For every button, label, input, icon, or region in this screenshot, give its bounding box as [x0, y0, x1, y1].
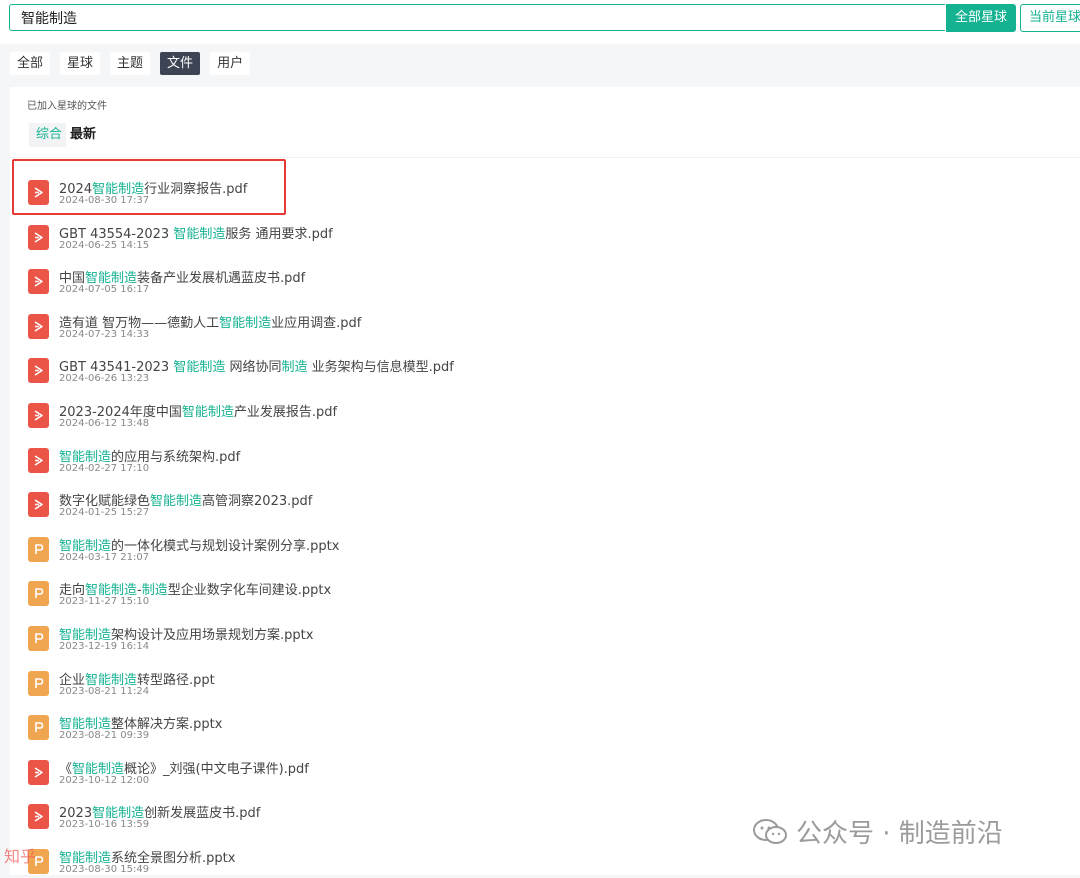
file-item[interactable]: 智能制造的应用与系统架构.pdf 2024-02-27 17:10 — [10, 433, 710, 477]
file-date: 2023-12-19 16:14 — [59, 641, 150, 652]
pdf-file-icon — [28, 447, 49, 473]
sort-tab-latest[interactable]: 最新 — [66, 123, 101, 147]
file-item[interactable]: 造有道 智万物——德勤人工智能制造业应用调查.pdf 2024-07-23 14:… — [10, 299, 710, 343]
search-input[interactable] — [9, 4, 945, 31]
watermark: 公众号 · 制造前沿 — [752, 813, 1003, 850]
pdf-file-icon — [28, 759, 49, 785]
file-item[interactable]: 2023-2024年度中国智能制造产业发展报告.pdf 2024-06-12 13… — [10, 388, 710, 432]
ppt-file-icon — [28, 715, 49, 741]
file-date: 2024-02-27 17:10 — [59, 462, 150, 474]
pdf-file-icon — [28, 180, 49, 205]
ppt-file-icon — [28, 536, 49, 562]
search-current-planet-button[interactable]: 当前星球 — [1020, 4, 1080, 32]
file-date: 2024-06-12 13:48 — [59, 418, 150, 429]
file-date: 2023-08-30 15:49 — [59, 864, 150, 875]
corner-logo: 知乎 — [4, 847, 37, 866]
pdf-file-icon — [28, 269, 49, 295]
file-date: 2024-01-25 15:27 — [59, 507, 150, 519]
sort-tabs: 综合 最新 — [29, 123, 101, 147]
file-date: 2023-08-21 09:39 — [59, 730, 150, 742]
file-item[interactable]: GBT 43541-2023 智能制造 网络协同制造 业务架构与信息模型.pdf… — [10, 343, 710, 387]
file-item[interactable]: 智能制造架构设计及应用场景规划方案.pptx 2023-12-19 16:14 — [10, 611, 710, 655]
file-date: 2024-03-17 21:07 — [59, 551, 150, 563]
tab-topics[interactable]: 主题 — [110, 52, 151, 75]
ppt-file-icon — [28, 626, 49, 651]
file-item[interactable]: GBT 43554-2023 智能制造服务 通用要求.pdf 2024-06-25… — [10, 210, 710, 254]
file-item[interactable]: 2024智能制造行业洞察报告.pdf 2024-08-30 17:37 — [10, 165, 710, 209]
file-date: 2023-10-16 13:59 — [59, 819, 150, 831]
top-bar: 全部星球 当前星球 — [0, 0, 1080, 44]
sort-tab-comprehensive[interactable]: 综合 — [29, 123, 67, 147]
file-date: 2023-08-21 11:24 — [59, 685, 150, 697]
pdf-file-icon — [28, 358, 49, 384]
ppt-file-icon — [28, 670, 49, 696]
file-item[interactable]: 智能制造的一体化模式与规划设计案例分享.pptx 2024-03-17 21:07 — [10, 522, 710, 566]
pdf-file-icon — [28, 224, 49, 250]
tab-files[interactable]: 文件 — [160, 52, 201, 75]
file-item[interactable]: 企业智能制造转型路径.ppt 2023-08-21 11:24 — [10, 656, 710, 700]
file-item[interactable]: 智能制造整体解决方案.pptx 2023-08-21 09:39 — [10, 700, 710, 744]
file-item[interactable]: 走向智能制造-制造型企业数字化车间建设.pptx 2023-11-27 15:10 — [10, 566, 710, 610]
category-tabs: 全部 星球 主题 文件 用户 — [10, 52, 251, 75]
file-date: 2024-06-26 13:23 — [59, 373, 150, 385]
file-date: 2024-07-23 14:33 — [59, 328, 150, 340]
file-date: 2023-11-27 15:10 — [59, 596, 150, 608]
file-date: 2024-08-30 17:37 — [59, 195, 150, 206]
file-item[interactable]: 2023智能制造创新发展蓝皮书.pdf 2023-10-16 13:59 — [10, 789, 710, 833]
results-panel: 已加入星球的文件 综合 最新 2024智能制造行业洞察报告.pdf 2024-08… — [10, 87, 1080, 875]
wechat-icon — [753, 818, 787, 844]
pdf-file-icon — [28, 804, 49, 830]
tab-planets[interactable]: 星球 — [60, 52, 101, 75]
file-item[interactable]: 智能制造系统全景图分析.pptx 2023-08-30 15:49 — [10, 834, 710, 878]
watermark-text: 公众号 · 制造前沿 — [796, 819, 1003, 849]
file-date: 2024-06-25 14:15 — [59, 239, 150, 251]
pdf-file-icon — [28, 492, 49, 518]
file-date: 2024-07-05 16:17 — [59, 284, 150, 296]
file-date: 2023-10-12 12:00 — [59, 774, 150, 786]
file-item[interactable]: 中国智能制造装备产业发展机遇蓝皮书.pdf 2024-07-05 16:17 — [10, 254, 710, 298]
pdf-file-icon — [28, 403, 49, 428]
search-all-planets-button[interactable]: 全部星球 — [946, 4, 1016, 32]
tab-all[interactable]: 全部 — [10, 52, 51, 75]
ppt-file-icon — [28, 581, 49, 607]
pdf-file-icon — [28, 313, 49, 339]
divider — [10, 157, 1080, 158]
file-item[interactable]: 数字化赋能绿色智能制造高管洞察2023.pdf 2024-01-25 15:27 — [10, 477, 710, 521]
file-item[interactable]: 《智能制造概论》_刘强(中文电子课件).pdf 2023-10-12 12:00 — [10, 745, 710, 789]
tab-users[interactable]: 用户 — [210, 52, 251, 75]
section-title: 已加入星球的文件 — [27, 101, 107, 112]
